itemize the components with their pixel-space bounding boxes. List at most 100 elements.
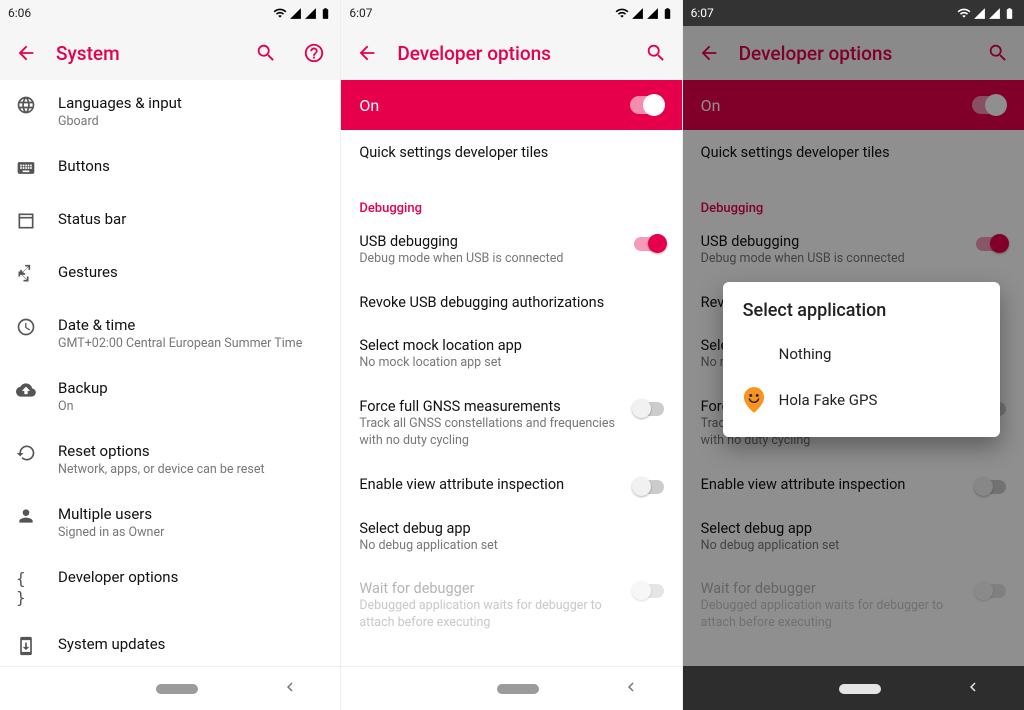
- dev-options-master-toggle[interactable]: On: [341, 80, 681, 130]
- settings-list: Languages & inputGboard Buttons Status b…: [0, 80, 340, 666]
- item-label: Languages & input: [58, 94, 324, 112]
- chevron-left-icon: [964, 678, 982, 696]
- item-sub: Track all GNSS constellations and freque…: [359, 416, 621, 450]
- select-application-dialog: Select application Nothing Hola Fake GPS: [723, 282, 1000, 437]
- settings-item-status-bar[interactable]: Status bar: [0, 196, 340, 249]
- back-button[interactable]: [349, 35, 385, 71]
- item-sub: Debugged application waits for debugger …: [359, 598, 621, 632]
- option-icon-blank: [743, 341, 765, 367]
- master-toggle-label: On: [359, 96, 629, 115]
- search-button[interactable]: [638, 35, 674, 71]
- item-label: Force full GNSS measurements: [359, 398, 621, 415]
- view-attr-switch[interactable]: [634, 480, 664, 494]
- usb-debugging-switch[interactable]: [634, 237, 664, 251]
- nav-back-button[interactable]: [281, 678, 299, 700]
- dev-item-mock-location[interactable]: Select mock location appNo mock location…: [341, 324, 681, 385]
- item-label: System updates: [58, 635, 324, 653]
- item-sub: On: [58, 399, 324, 414]
- settings-item-buttons[interactable]: Buttons: [0, 143, 340, 196]
- nav-back-button[interactable]: [964, 678, 982, 700]
- nav-bar: [683, 666, 1024, 710]
- item-label: Date & time: [58, 316, 324, 334]
- wifi-icon: [273, 6, 287, 20]
- clock-icon: [16, 317, 36, 337]
- cloud-upload-icon: [16, 380, 36, 400]
- wifi-icon: [615, 6, 629, 20]
- signal-icon: [646, 7, 659, 20]
- item-label: Buttons: [58, 157, 324, 175]
- status-bar: 6:06: [0, 0, 340, 26]
- page-title: System: [56, 42, 236, 65]
- nav-bar: [0, 666, 340, 710]
- status-bar: 6:07: [341, 0, 681, 26]
- battery-icon: [319, 7, 332, 20]
- item-sub: Debug mode when USB is connected: [359, 251, 621, 268]
- item-label: Revoke USB debugging authorizations: [359, 294, 663, 311]
- battery-icon: [661, 7, 674, 20]
- nav-home-pill[interactable]: [497, 684, 539, 694]
- nav-back-button[interactable]: [622, 678, 640, 700]
- settings-item-reset-options[interactable]: Reset optionsNetwork, apps, or device ca…: [0, 428, 340, 491]
- settings-item-developer-options[interactable]: { } Developer options: [0, 554, 340, 621]
- dialog-option-nothing[interactable]: Nothing: [743, 331, 980, 377]
- arrow-back-icon: [15, 42, 37, 64]
- item-label: Backup: [58, 379, 324, 397]
- app-bar: System: [0, 26, 340, 80]
- dev-item-view-attr-inspection[interactable]: Enable view attribute inspection: [341, 463, 681, 507]
- dev-item-force-gnss[interactable]: Force full GNSS measurementsTrack all GN…: [341, 385, 681, 463]
- chevron-left-icon: [622, 678, 640, 696]
- item-label: Status bar: [58, 210, 324, 228]
- item-label: USB debugging: [359, 233, 621, 250]
- app-bar: Developer options: [341, 26, 681, 80]
- settings-item-gestures[interactable]: Gestures: [0, 249, 340, 302]
- settings-item-multiple-users[interactable]: Multiple usersSigned in as Owner: [0, 491, 340, 554]
- dialog-option-hola-fake-gps[interactable]: Hola Fake GPS: [743, 377, 980, 423]
- item-sub: GMT+02:00 Central European Summer Time: [58, 336, 324, 351]
- braces-icon: { }: [16, 569, 36, 607]
- item-label: Reset options: [58, 442, 324, 460]
- settings-item-backup[interactable]: Backup On: [0, 365, 340, 428]
- force-gnss-switch[interactable]: [634, 402, 664, 416]
- signal-icon: [304, 7, 317, 20]
- map-pin-smile-icon: [743, 387, 765, 413]
- reset-icon: [16, 443, 36, 463]
- person-icon: [16, 506, 36, 526]
- item-sub: No debug application set: [359, 538, 663, 555]
- status-icons-right: [273, 6, 332, 20]
- dev-item-quick-settings-tiles[interactable]: Quick settings developer tiles: [341, 130, 681, 183]
- settings-item-languages-input[interactable]: Languages & inputGboard: [0, 80, 340, 143]
- item-sub: No mock location app set: [359, 355, 663, 372]
- item-label: Wait for debugger: [359, 580, 621, 597]
- dev-options-list: On Quick settings developer tiles Debugg…: [341, 80, 681, 666]
- modal-scrim-top: [683, 0, 1024, 26]
- keyboard-icon: [16, 158, 36, 178]
- signal-icon: [631, 7, 644, 20]
- help-button[interactable]: [296, 35, 332, 71]
- status-time: 6:06: [8, 6, 31, 20]
- settings-item-date-time[interactable]: Date & time GMT+02:00 Central European Su…: [0, 302, 340, 365]
- wait-debugger-switch: [634, 584, 664, 598]
- dev-item-revoke-usb-auth[interactable]: Revoke USB debugging authorizations: [341, 281, 681, 324]
- dev-item-usb-debugging[interactable]: USB debuggingDebug mode when USB is conn…: [341, 220, 681, 281]
- developer-options-dialog-screen: 6:07 Developer options On Quick settings…: [683, 0, 1024, 710]
- globe-icon: [16, 95, 36, 115]
- nav-home-pill[interactable]: [839, 684, 881, 694]
- master-toggle-switch[interactable]: [630, 96, 664, 114]
- search-button[interactable]: [248, 35, 284, 71]
- search-icon: [255, 42, 277, 64]
- status-icons-right: [615, 6, 674, 20]
- system-update-icon: [16, 636, 36, 656]
- system-settings-screen: 6:06 System Languages & inputG: [0, 0, 341, 710]
- help-icon: [303, 42, 325, 64]
- dialog-title: Select application: [743, 300, 980, 321]
- section-debugging: Debugging: [341, 183, 681, 220]
- status-time: 6:07: [349, 6, 372, 20]
- nav-home-pill[interactable]: [156, 684, 198, 694]
- settings-item-system-updates[interactable]: System updates: [0, 621, 340, 666]
- item-label: Select debug app: [359, 520, 663, 537]
- status-bar-icon: [16, 211, 36, 231]
- dev-item-select-debug-app[interactable]: Select debug appNo debug application set: [341, 507, 681, 568]
- signal-icon: [289, 7, 302, 20]
- search-icon: [645, 42, 667, 64]
- back-button[interactable]: [8, 35, 44, 71]
